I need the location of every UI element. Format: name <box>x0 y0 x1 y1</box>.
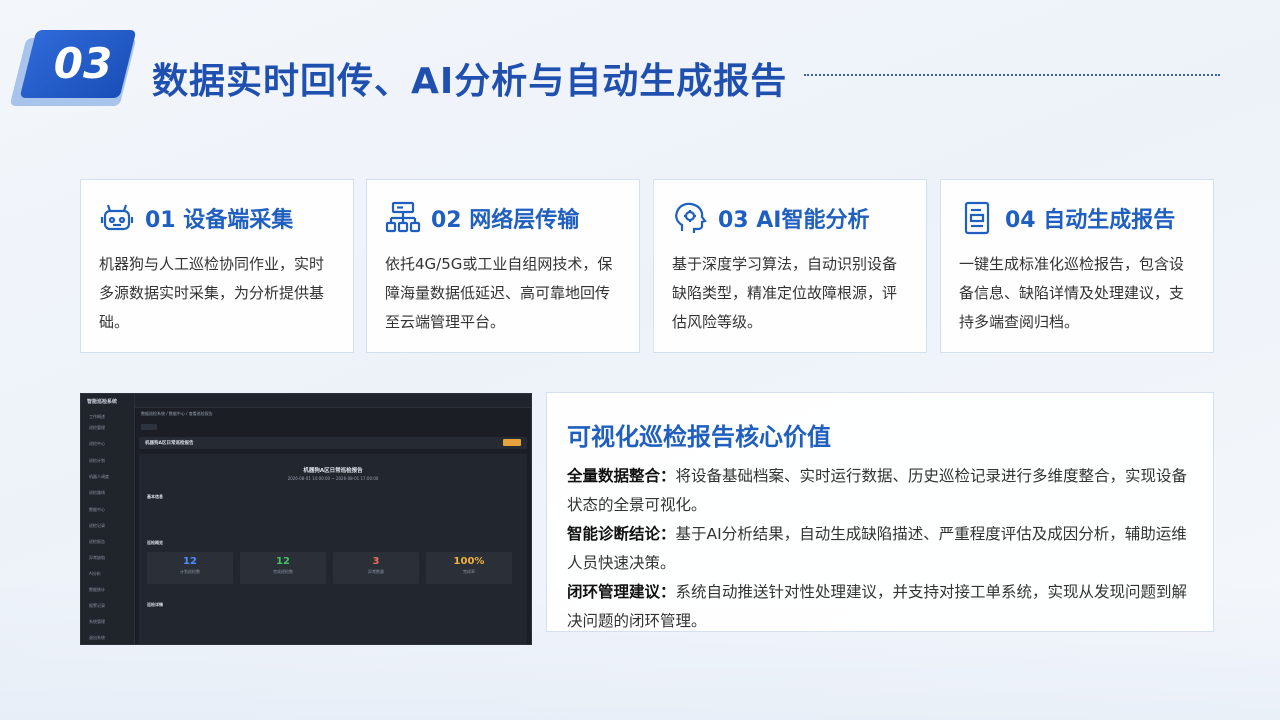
screenshot-section-summary: 巡检概览 <box>147 540 163 545</box>
value-item: 智能诊断结论：基于AI分析结果，自动生成缺陷描述、严重程度评估及成因分析，辅助运… <box>567 520 1193 578</box>
screenshot-sidebar-item: 退出系统 <box>89 635 105 640</box>
screenshot-stat-card: 100% 完成率 <box>426 552 512 584</box>
screenshot-report-document: 机器狗A区日常巡检报告 2026-08-01 14:00:00 ~ 2026-0… <box>139 454 527 644</box>
screenshot-sidebar-item: 巡检路线 <box>89 490 105 495</box>
screenshot-sidebar-item: 巡检中心 <box>89 441 105 446</box>
screenshot-sidebar-item: 机器人调度 <box>89 474 109 479</box>
card-body: 一键生成标准化巡检报告，包含设备信息、缺陷详情及处理建议，支持多端查阅归档。 <box>959 255 1185 331</box>
screenshot-export-button <box>503 439 521 446</box>
stat-label: 完成巡检数 <box>273 569 293 574</box>
card-device-collection: 01 设备端采集 机器狗与人工巡检协同作业，实时多源数据实时采集，为分析提供基础… <box>80 179 354 353</box>
stat-value: 100% <box>453 556 485 567</box>
screenshot-sidebar-item: 巡检报告 <box>89 539 105 544</box>
screenshot-sidebar-item: 巡检记录 <box>89 523 105 528</box>
screenshot-tab <box>141 424 157 430</box>
screenshot-sidebar-item: 工作概述 <box>89 414 105 419</box>
screenshot-sidebar-item: 系统管理 <box>89 619 105 624</box>
value-item: 全量数据整合：将设备基础档案、实时运行数据、历史巡检记录进行多维度整合，实现设备… <box>567 462 1193 520</box>
screenshot-sidebar-item: 数据统计 <box>89 587 105 592</box>
card-title: 02 网络层传输 <box>431 208 580 233</box>
screenshot-stat-card: 12 计划巡检数 <box>147 552 233 584</box>
screenshot-stat-card: 3 异常数量 <box>333 552 419 584</box>
value-item-key: 闭环管理建议： <box>567 583 676 601</box>
screenshot-sidebar: 智能巡检系统 工作概述 巡检管理 巡检中心 巡检计划 机器人调度 巡检路线 数据… <box>81 394 135 644</box>
screenshot-doc-period: 2026-08-01 14:00:00 ~ 2026-08-01 17:00:0… <box>287 476 379 481</box>
stat-label: 异常数量 <box>368 569 384 574</box>
screenshot-report-bar-title: 机器狗A区日常巡检报告 <box>145 441 194 446</box>
title-divider <box>804 74 1220 76</box>
screenshot-sidebar-item: 巡检计划 <box>89 458 105 463</box>
panel-title: 可视化巡检报告核心价值 <box>567 423 831 451</box>
screenshot-sidebar-item: 报警记录 <box>89 603 105 608</box>
card-title: 01 设备端采集 <box>145 208 294 233</box>
card-body: 基于深度学习算法，自动识别设备缺陷类型，精准定位故障根源，评估风险等级。 <box>672 255 898 331</box>
stat-value: 3 <box>372 556 380 567</box>
screenshot-section-basic: 基本信息 <box>147 494 163 499</box>
robot-icon <box>100 204 134 231</box>
screenshot-sidebar-item: 巡检管理 <box>89 425 105 430</box>
page-title: 数据实时回传、AI分析与自动生成报告 <box>152 61 788 102</box>
screenshot-doc-title: 机器狗A区日常巡检报告 <box>303 468 363 474</box>
screenshot-report-bar: 机器狗A区日常巡检报告 <box>139 437 527 449</box>
card-title: 04 自动生成报告 <box>1005 208 1176 233</box>
brain-icon <box>675 202 707 233</box>
network-icon <box>385 201 421 233</box>
screenshot-breadcrumb: 数据巡检系统 / 数据中心 / 查看巡检报告 <box>141 411 213 416</box>
stat-label: 计划巡检数 <box>180 569 200 574</box>
stat-value: 12 <box>276 556 290 567</box>
screenshot-topbar <box>135 394 531 408</box>
screenshot-app-name: 智能巡检系统 <box>87 399 118 405</box>
card-auto-report: 04 自动生成报告 一键生成标准化巡检报告，包含设备信息、缺陷详情及处理建议，支… <box>940 179 1214 353</box>
card-ai-analysis: 03 AI智能分析 基于深度学习算法，自动识别设备缺陷类型，精准定位故障根源，评… <box>653 179 927 353</box>
screenshot-sidebar-item: 数据中心 <box>89 507 105 512</box>
stat-value: 12 <box>183 556 197 567</box>
value-item-key: 全量数据整合： <box>567 467 676 485</box>
core-value-panel: 可视化巡检报告核心价值 全量数据整合：将设备基础档案、实时运行数据、历史巡检记录… <box>546 392 1214 632</box>
stat-label: 完成率 <box>463 569 475 574</box>
card-body: 依托4G/5G或工业自组网技术，保障海量数据低延迟、高可靠地回传至云端管理平台。 <box>385 255 613 331</box>
section-number: 03 <box>53 39 113 88</box>
section-number-badge: 03 <box>9 30 137 106</box>
report-icon <box>964 201 990 235</box>
card-body: 机器狗与人工巡检协同作业，实时多源数据实时采集，为分析提供基础。 <box>99 255 325 331</box>
screenshot-sidebar-item: AI分析 <box>89 571 101 576</box>
card-title: 03 AI智能分析 <box>718 208 870 233</box>
screenshot-section-detail: 巡检详情 <box>147 602 163 607</box>
screenshot-sidebar-item: 异常缺陷 <box>89 555 105 560</box>
card-network-transfer: 02 网络层传输 依托4G/5G或工业自组网技术，保障海量数据低延迟、高可靠地回… <box>366 179 640 353</box>
report-system-screenshot: 智能巡检系统 工作概述 巡检管理 巡检中心 巡检计划 机器人调度 巡检路线 数据… <box>80 393 532 645</box>
screenshot-stat-card: 12 完成巡检数 <box>240 552 326 584</box>
value-item-key: 智能诊断结论： <box>567 525 676 543</box>
value-item: 闭环管理建议：系统自动推送针对性处理建议，并支持对接工单系统，实现从发现问题到解… <box>567 578 1193 636</box>
